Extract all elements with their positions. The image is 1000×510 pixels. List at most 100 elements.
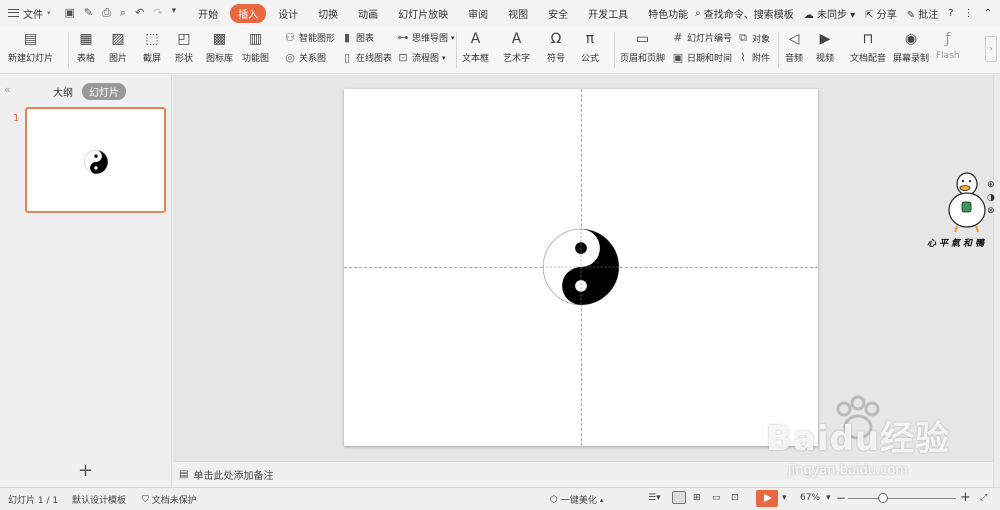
redo-icon[interactable]: ↷ bbox=[153, 6, 162, 20]
screenshot-button[interactable]: ⬚ 截屏 bbox=[142, 28, 162, 64]
tab-animation[interactable]: 动画 bbox=[350, 4, 386, 23]
screen-record-button[interactable]: ◉ 屏幕录制 bbox=[893, 28, 929, 64]
info-icon[interactable]: ◑ bbox=[987, 193, 999, 203]
format-painter-icon[interactable]: ✎ bbox=[84, 6, 93, 20]
ribbon-scroll-button[interactable]: › bbox=[985, 36, 997, 62]
smart-graphic-button[interactable]: ⚇ 智能图形 bbox=[284, 31, 335, 44]
tab-home[interactable]: 开始 bbox=[190, 4, 226, 23]
add-slide-icon[interactable]: + bbox=[78, 460, 93, 481]
attachment-button[interactable]: ⌇ 附件 bbox=[737, 51, 770, 64]
collapse-panel-icon[interactable]: « bbox=[4, 83, 11, 96]
shape-icon: ◰ bbox=[177, 31, 191, 47]
print-preview-icon[interactable]: ⌕ bbox=[120, 6, 126, 20]
doc-voice-button[interactable]: ⊓ 文档配音 bbox=[850, 28, 886, 64]
yin-yang-shape[interactable] bbox=[542, 228, 620, 306]
shape-button[interactable]: ◰ 形状 bbox=[174, 28, 194, 64]
tab-security[interactable]: 安全 bbox=[540, 4, 576, 23]
zoom-slider-handle[interactable] bbox=[878, 493, 888, 503]
zoom-slider-track[interactable] bbox=[848, 498, 956, 499]
textbox-icon: A bbox=[470, 31, 481, 47]
play-slideshow-button[interactable] bbox=[756, 490, 778, 507]
customize-icon[interactable]: ▾ bbox=[172, 6, 177, 20]
tab-design[interactable]: 设计 bbox=[270, 4, 306, 23]
slide-thumbnail[interactable] bbox=[25, 107, 166, 213]
object-button[interactable]: ⧉ 对象 bbox=[737, 31, 770, 45]
icon-library-label: 图标库 bbox=[206, 54, 234, 64]
zoom-out-button[interactable]: − bbox=[836, 491, 846, 505]
icon-library-button[interactable]: ▩ 图标库 bbox=[206, 28, 233, 64]
sync-button[interactable]: ☁ 未同步 ▾ bbox=[804, 6, 855, 21]
table-icon: ▦ bbox=[79, 31, 93, 47]
share-button[interactable]: ⇱ 分享 bbox=[865, 6, 897, 21]
smart-graphic-icon: ⚇ bbox=[285, 31, 295, 44]
tab-features[interactable]: 特色功能 bbox=[640, 4, 696, 23]
presenter-view-button[interactable]: ⊡ bbox=[731, 493, 739, 503]
relation-button[interactable]: ◎ 关系图 bbox=[284, 51, 326, 64]
tab-transition[interactable]: 切换 bbox=[310, 4, 346, 23]
help-button[interactable]: ? bbox=[948, 8, 953, 19]
print-icon[interactable]: ⎙ bbox=[102, 6, 111, 20]
play-options-icon[interactable]: ▾ bbox=[782, 493, 787, 503]
picture-label: 图片 bbox=[108, 54, 127, 64]
normal-view-button[interactable] bbox=[672, 491, 686, 504]
close-icon[interactable]: ⊗ bbox=[987, 206, 999, 216]
online-chart-button[interactable]: ▯ 在线图表 bbox=[341, 51, 392, 64]
tab-slides[interactable]: 幻灯片 bbox=[82, 83, 126, 100]
chevron-down-icon[interactable]: ▾ bbox=[826, 493, 831, 503]
save-icon[interactable]: ▣ bbox=[65, 6, 75, 20]
beautify-button[interactable]: ⬡ 一键美化 ▴ bbox=[550, 493, 604, 507]
pi-icon: π bbox=[585, 31, 595, 47]
slide-number-button[interactable]: # 幻灯片编号 bbox=[672, 31, 732, 44]
tab-developer[interactable]: 开发工具 bbox=[580, 4, 636, 23]
more-icon[interactable]: ⋮ bbox=[964, 8, 974, 19]
datetime-button[interactable]: ▣ 日期和时间 bbox=[672, 51, 732, 64]
picture-button[interactable]: ▨ 图片 bbox=[108, 28, 128, 64]
template-name[interactable]: 默认设计模板 bbox=[72, 493, 126, 506]
tab-outline[interactable]: 大纲 bbox=[46, 83, 80, 100]
tab-slideshow[interactable]: 幻灯片放映 bbox=[390, 4, 456, 23]
header-footer-button[interactable]: ▭ 页眉和页脚 bbox=[620, 28, 665, 64]
comment-button[interactable]: ✎ 批注 bbox=[907, 6, 939, 21]
formula-label: 公式 bbox=[580, 54, 599, 64]
mindmap-button[interactable]: ⊶ 思维导图 ▾ bbox=[397, 31, 455, 44]
header-footer-icon: ▭ bbox=[635, 31, 650, 47]
flowchart-button[interactable]: ⊡ 流程图 ▾ bbox=[397, 51, 445, 64]
tab-review[interactable]: 审阅 bbox=[460, 4, 496, 23]
command-search[interactable]: ⌕ 查找命令、搜索模板 bbox=[695, 6, 794, 21]
function-chart-icon: ▥ bbox=[248, 31, 263, 47]
fit-window-icon[interactable]: ⤢ bbox=[980, 493, 987, 503]
notes-pane[interactable]: ▤ 单击此处添加备注 bbox=[173, 461, 993, 487]
wordart-button[interactable]: A 艺术字 bbox=[503, 28, 530, 64]
notes-placeholder: 单击此处添加备注 bbox=[193, 471, 274, 482]
zoom-in-icon[interactable]: ⊕ bbox=[987, 180, 999, 190]
reading-view-button[interactable]: ▭ bbox=[712, 493, 721, 503]
symbol-button[interactable]: Ω 符号 bbox=[546, 28, 566, 64]
new-slide-button[interactable]: ▤ 新建幻灯片 bbox=[8, 28, 53, 64]
formula-button[interactable]: π 公式 bbox=[580, 28, 600, 64]
sorter-view-button[interactable]: ⊞ bbox=[693, 493, 701, 503]
undo-icon[interactable]: ↶ bbox=[135, 6, 144, 20]
flash-button[interactable]: ƒ Flash bbox=[936, 28, 960, 61]
collapse-ribbon-icon[interactable]: ⌃ bbox=[984, 8, 992, 19]
hamburger-icon bbox=[8, 9, 19, 17]
calendar-icon: ▣ bbox=[672, 51, 684, 64]
textbox-button[interactable]: A 文本框 bbox=[462, 28, 489, 64]
notes-toggle-button[interactable]: ☰▾ bbox=[648, 493, 661, 503]
zoom-level[interactable]: 67% bbox=[800, 493, 820, 503]
table-button[interactable]: ▦ 表格 bbox=[76, 28, 96, 64]
paperclip-icon: ⌇ bbox=[740, 51, 746, 64]
sync-label: 未同步 bbox=[816, 9, 847, 21]
zoom-in-button[interactable]: + bbox=[960, 490, 971, 505]
function-chart-button[interactable]: ▥ 功能图 bbox=[242, 28, 269, 64]
audio-button[interactable]: ◁ 音频 bbox=[784, 28, 804, 64]
tab-insert[interactable]: 插入 bbox=[230, 3, 267, 23]
tab-view[interactable]: 视图 bbox=[500, 4, 536, 23]
chevron-up-icon: ▴ bbox=[599, 495, 604, 504]
video-button[interactable]: ▶ 视频 bbox=[815, 28, 835, 64]
chart-button[interactable]: ▮ 图表 bbox=[341, 31, 374, 44]
vertical-scrollbar[interactable] bbox=[993, 75, 1000, 487]
slide-canvas[interactable] bbox=[344, 89, 818, 446]
datetime-label: 日期和时间 bbox=[687, 54, 733, 64]
protection-status[interactable]: ⛉ 文档未保护 bbox=[142, 493, 197, 507]
file-menu[interactable]: 文件 ▾ bbox=[8, 6, 51, 21]
